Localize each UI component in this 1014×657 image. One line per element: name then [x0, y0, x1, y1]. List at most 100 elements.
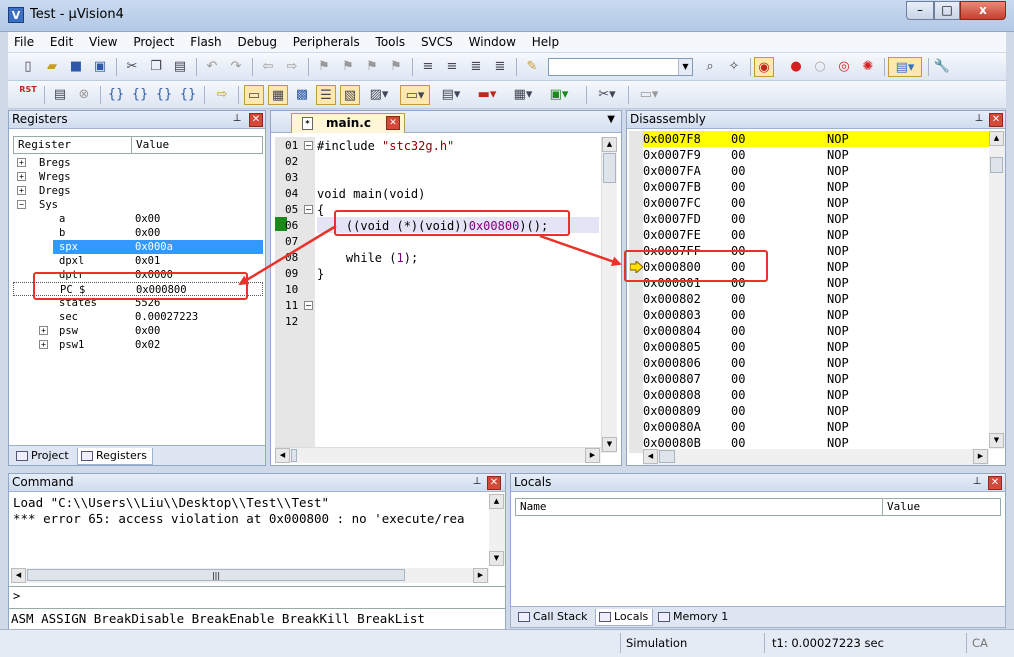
- close-icon[interactable]: ✕: [989, 113, 1003, 127]
- cut-icon[interactable]: ✂: [122, 57, 142, 77]
- scroll-thumb[interactable]: |||: [27, 569, 405, 581]
- command-window-icon[interactable]: ▭: [244, 85, 264, 105]
- disassembly-row[interactable]: 0x000804 00 NOP: [643, 323, 989, 339]
- bookmark-icon[interactable]: ⚑: [314, 57, 334, 77]
- save-icon[interactable]: ■: [66, 57, 86, 77]
- scroll-right-icon[interactable]: ▶: [473, 568, 488, 583]
- tab-registers[interactable]: Registers: [77, 448, 153, 465]
- indent-icon[interactable]: ≡: [418, 57, 438, 77]
- collapse-icon[interactable]: −: [17, 200, 26, 209]
- register-group-dregs[interactable]: + Dregs: [13, 184, 263, 198]
- tab-main-c[interactable]: * main.c ✕: [291, 113, 405, 133]
- disassembly-row[interactable]: 0x0007FB 00 NOP: [643, 179, 989, 195]
- register-row-a[interactable]: a 0x00: [13, 212, 263, 226]
- register-row-spx[interactable]: spx 0x000a: [13, 240, 263, 254]
- disassembly-horizontal-scrollbar[interactable]: ◀ ▶: [643, 449, 989, 465]
- menu-tools[interactable]: Tools: [370, 32, 412, 52]
- register-row-psw[interactable]: + psw 0x00: [13, 324, 263, 338]
- serial-windows-icon[interactable]: ▤▾: [436, 85, 466, 105]
- command-input[interactable]: [23, 589, 493, 607]
- column-name[interactable]: Name: [516, 499, 882, 515]
- menu-edit[interactable]: Edit: [44, 32, 79, 52]
- stop-icon[interactable]: ⊗: [74, 85, 94, 105]
- tab-locals[interactable]: Locals: [595, 609, 653, 626]
- configure-icon[interactable]: 🔧: [932, 57, 952, 77]
- register-row-sec[interactable]: sec 0.00027223: [13, 310, 263, 324]
- nav-back-icon[interactable]: ⇦: [258, 57, 278, 77]
- new-file-icon[interactable]: ▯: [18, 57, 38, 77]
- register-row-dpxl[interactable]: dpxl 0x01: [13, 254, 263, 268]
- tab-list-chevron-icon[interactable]: ▼: [607, 114, 615, 125]
- scroll-down-icon[interactable]: ▼: [989, 433, 1004, 448]
- close-icon[interactable]: ✕: [487, 476, 501, 490]
- pin-icon[interactable]: ⊥: [231, 113, 243, 125]
- expand-icon[interactable]: +: [17, 158, 26, 167]
- insert-breakpoint-icon[interactable]: ●: [786, 57, 806, 77]
- disassembly-row[interactable]: 0x000805 00 NOP: [643, 339, 989, 355]
- comment-icon[interactable]: ≣: [466, 57, 486, 77]
- menu-help[interactable]: Help: [526, 32, 565, 52]
- paste-icon[interactable]: ▤: [170, 57, 190, 77]
- next-bookmark-icon[interactable]: ⚑: [362, 57, 382, 77]
- menu-peripherals[interactable]: Peripherals: [287, 32, 366, 52]
- symbols-window-icon[interactable]: ▩: [292, 85, 312, 105]
- tab-memory-1[interactable]: Memory 1: [655, 609, 737, 626]
- disassembly-row[interactable]: 0x000807 00 NOP: [643, 371, 989, 387]
- disassembly-row[interactable]: 0x00080A 00 NOP: [643, 419, 989, 435]
- analysis-windows-icon[interactable]: ▬▾: [472, 85, 502, 105]
- code-line-4[interactable]: void main(void): [317, 186, 425, 202]
- scroll-thumb[interactable]: [990, 157, 1003, 173]
- unindent-icon[interactable]: ≡: [442, 57, 462, 77]
- kill-all-breakpoints-icon[interactable]: ✺: [858, 57, 878, 77]
- pin-icon[interactable]: ⊥: [973, 113, 985, 125]
- register-row-b[interactable]: b 0x00: [13, 226, 263, 240]
- show-next-statement-icon[interactable]: ⇨: [212, 85, 232, 105]
- fold-icon[interactable]: −: [304, 141, 313, 150]
- tab-call-stack[interactable]: Call Stack: [515, 609, 593, 626]
- expand-icon[interactable]: +: [17, 186, 26, 195]
- disassembly-row[interactable]: 0x0007F9 00 NOP: [643, 147, 989, 163]
- menu-project[interactable]: Project: [127, 32, 180, 52]
- find-in-files-icon[interactable]: ✎: [522, 57, 542, 77]
- expand-icon[interactable]: +: [39, 340, 48, 349]
- scroll-thumb[interactable]: [291, 449, 297, 462]
- scroll-left-icon[interactable]: ◀: [11, 568, 26, 583]
- scroll-right-icon[interactable]: ▶: [973, 449, 988, 464]
- registers-window-icon[interactable]: ☰: [316, 85, 336, 105]
- incremental-find-icon[interactable]: ✧: [724, 57, 744, 77]
- scroll-up-icon[interactable]: ▲: [989, 131, 1004, 146]
- scroll-up-icon[interactable]: ▲: [602, 137, 617, 152]
- call-stack-window-icon[interactable]: ▧: [340, 85, 360, 105]
- trace-windows-icon[interactable]: ▦▾: [508, 85, 538, 105]
- disassembly-vertical-scrollbar[interactable]: ▲ ▼: [989, 131, 1005, 449]
- step-over-icon[interactable]: {}: [130, 85, 150, 105]
- close-tab-icon[interactable]: ✕: [386, 116, 400, 130]
- menu-debug[interactable]: Debug: [231, 32, 282, 52]
- save-all-icon[interactable]: ▣: [90, 57, 110, 77]
- disassembly-row[interactable]: 0x000803 00 NOP: [643, 307, 989, 323]
- nav-forward-icon[interactable]: ⇨: [282, 57, 302, 77]
- debug-session-icon[interactable]: ◉: [754, 57, 774, 77]
- editor-vertical-scrollbar[interactable]: ▲ ▼: [601, 137, 617, 453]
- register-row-psw1[interactable]: + psw1 0x02: [13, 338, 263, 352]
- pin-icon[interactable]: ⊥: [971, 476, 983, 488]
- step-out-icon[interactable]: {}: [154, 85, 174, 105]
- menu-view[interactable]: View: [83, 32, 123, 52]
- disassembly-row[interactable]: 0x0007FD 00 NOP: [643, 211, 989, 227]
- enable-breakpoint-icon[interactable]: ○: [810, 57, 830, 77]
- debug-restore-views-icon[interactable]: ▭▾: [634, 85, 664, 105]
- code-line-1[interactable]: #include "stc32g.h": [317, 138, 454, 154]
- disassembly-row[interactable]: 0x000802 00 NOP: [643, 291, 989, 307]
- register-group-bregs[interactable]: + Bregs: [13, 156, 263, 170]
- menu-svcs[interactable]: SVCS: [415, 32, 459, 52]
- command-horizontal-scrollbar[interactable]: ◀ ||| ▶: [11, 568, 489, 583]
- disassembly-row[interactable]: 0x000809 00 NOP: [643, 403, 989, 419]
- clear-bookmarks-icon[interactable]: ⚑: [386, 57, 406, 77]
- scroll-down-icon[interactable]: ▼: [489, 551, 504, 566]
- disassembly-row[interactable]: 0x000806 00 NOP: [643, 355, 989, 371]
- expand-icon[interactable]: +: [17, 172, 26, 181]
- prev-bookmark-icon[interactable]: ⚑: [338, 57, 358, 77]
- watch-windows-icon[interactable]: ▨▾: [364, 85, 394, 105]
- disassembly-window-icon[interactable]: ▦: [268, 85, 288, 105]
- disassembly-row[interactable]: 0x0007F8 00 NOP: [643, 131, 989, 147]
